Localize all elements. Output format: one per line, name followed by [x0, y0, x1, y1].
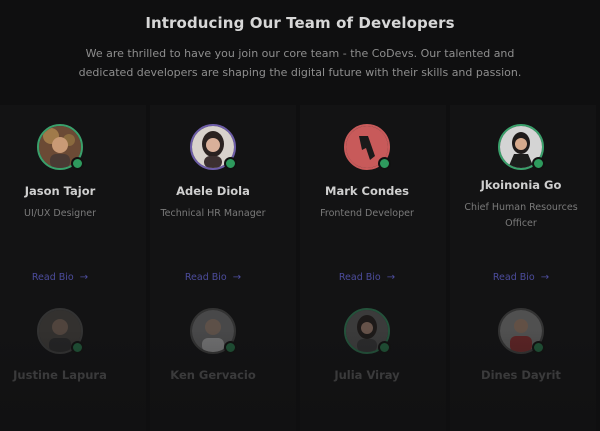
arrow-right-icon: → [386, 272, 396, 283]
subtitle-line: dedicated developers are shaping the dig… [78, 66, 522, 79]
arrow-right-icon: → [232, 272, 242, 283]
member-name: Mark Condes [325, 184, 409, 198]
avatar[interactable] [344, 124, 391, 170]
section-title: Introducing Our Team of Developers [145, 14, 455, 32]
read-bio-link[interactable]: Read Bio → [138, 272, 288, 283]
avatar[interactable] [37, 124, 84, 170]
member-name: Julia Viray [334, 368, 400, 382]
avatar[interactable] [344, 308, 391, 354]
avatar[interactable] [37, 308, 84, 354]
member-name: Dines Dayrit [481, 368, 561, 382]
online-status-icon [378, 341, 391, 354]
read-bio-link[interactable]: Read Bio → [446, 272, 596, 283]
arrow-right-icon: → [79, 272, 89, 283]
team-card: Justine Lapura [0, 308, 135, 382]
member-name: Jason Tajor [24, 184, 96, 198]
online-status-icon [224, 341, 237, 354]
read-bio-label: Read Bio [184, 272, 227, 283]
team-card: Ken Gervacio [138, 308, 288, 382]
team-card: Dines Dayrit [446, 308, 596, 382]
avatar[interactable] [498, 124, 545, 170]
online-status-icon [71, 341, 84, 354]
avatar[interactable] [190, 124, 237, 170]
online-status-icon [532, 157, 545, 170]
member-role-line: Officer [505, 218, 537, 229]
member-name: Jkoinonia Go [480, 178, 562, 192]
online-status-icon [224, 157, 237, 170]
read-bio-link[interactable]: Read Bio → [0, 272, 135, 283]
avatar[interactable] [498, 308, 545, 354]
online-status-icon [71, 157, 84, 170]
member-role: Chief Human Resources Officer [446, 200, 596, 232]
team-card: Jason Tajor UI/UX Designer Read Bio → [0, 124, 135, 283]
read-bio-link[interactable]: Read Bio → [292, 272, 442, 283]
member-name: Ken Gervacio [170, 368, 256, 382]
member-name: Adele Diola [176, 184, 250, 198]
member-role: Technical HR Manager [160, 208, 266, 219]
member-role-line: Chief Human Resources [464, 202, 578, 213]
member-role: Frontend Developer [320, 208, 414, 219]
team-card: Julia Viray [292, 308, 442, 382]
online-status-icon [532, 341, 545, 354]
member-name: Justine Lapura [13, 368, 107, 382]
team-card: Adele Diola Technical HR Manager Read Bi… [138, 124, 288, 283]
online-status-icon [378, 157, 391, 170]
subtitle-line: We are thrilled to have you join our cor… [85, 47, 515, 60]
member-role: UI/UX Designer [24, 208, 96, 219]
team-section: Introducing Our Team of Developers We ar… [0, 0, 600, 431]
arrow-right-icon: → [540, 272, 550, 283]
read-bio-label: Read Bio [31, 272, 74, 283]
team-card: Mark Condes Frontend Developer Read Bio → [292, 124, 442, 283]
read-bio-label: Read Bio [492, 272, 535, 283]
avatar[interactable] [190, 308, 237, 354]
read-bio-label: Read Bio [338, 272, 381, 283]
team-card: Jkoinonia Go Chief Human Resources Offic… [446, 124, 596, 283]
section-subtitle: We are thrilled to have you join our cor… [60, 44, 540, 82]
